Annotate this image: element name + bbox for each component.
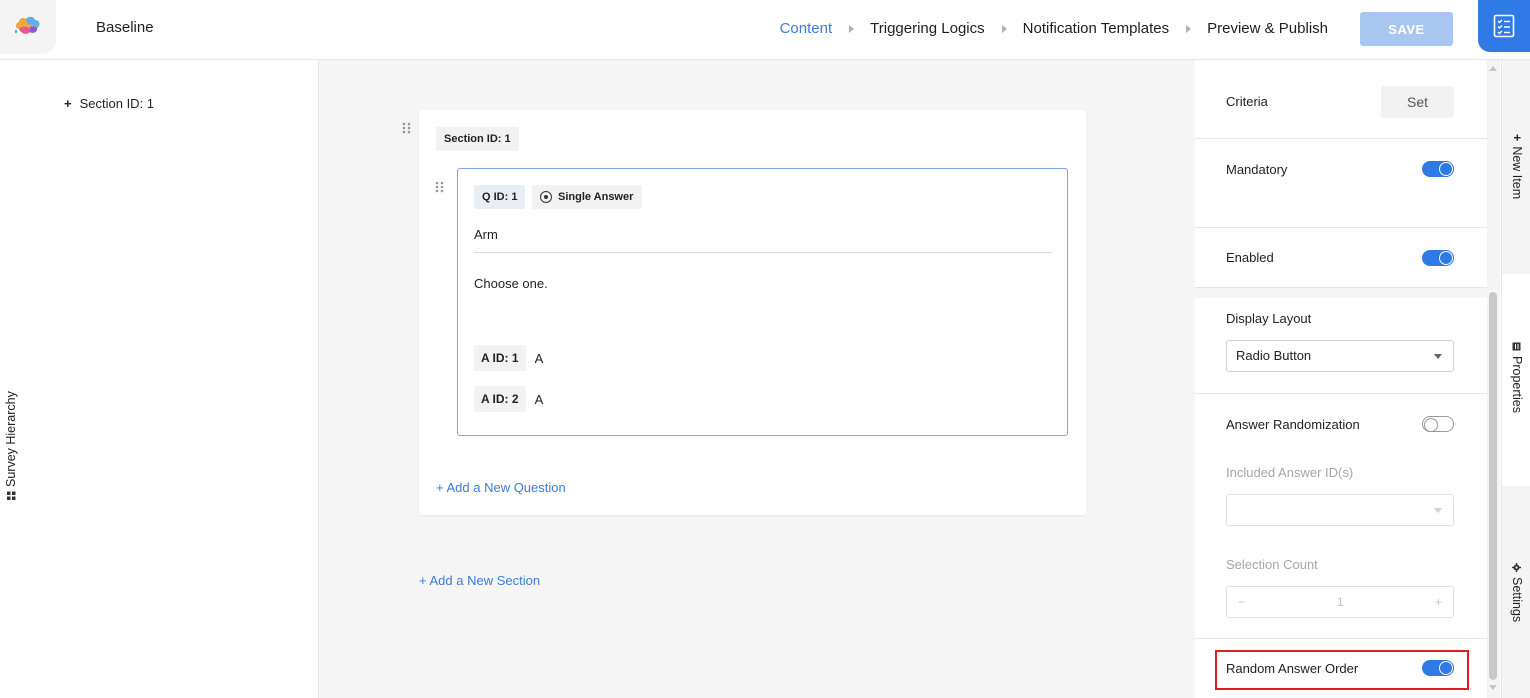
nav-notification-templates[interactable]: Notification Templates [1023,20,1169,37]
criteria-set-button[interactable]: Set [1381,86,1454,118]
highlight-annotation [1215,650,1469,690]
answer-randomization-toggle[interactable] [1422,416,1454,432]
criteria-label: Criteria [1226,94,1268,109]
display-layout-row: Display Layout Radio Button [1195,298,1487,394]
checklist-button[interactable] [1478,0,1530,52]
top-header: Baseline Content Triggering Logics Notif… [0,0,1530,60]
question-type-badge: Single Answer [532,185,643,209]
app-logo[interactable] [0,0,56,54]
save-button[interactable]: SAVE [1360,12,1453,46]
answer-id-badge: A ID: 1 [474,345,526,371]
survey-title: Baseline [96,19,154,36]
properties-scrollbar[interactable] [1487,60,1500,698]
gear-icon [1512,563,1522,572]
tab-new-item[interactable]: + New Item [1501,60,1530,274]
included-answers-label: Included Answer ID(s) [1226,465,1354,480]
survey-canvas: Section ID: 1 Q ID: 1 Single Answer Arm … [319,60,1195,698]
expand-plus-icon[interactable]: + [64,96,72,111]
chevron-right-icon [1186,24,1192,33]
answer-row[interactable]: A ID: 1 A [474,345,543,371]
section-id-badge: Section ID: 1 [436,127,519,151]
chevron-right-icon [1001,24,1007,33]
enabled-label: Enabled [1226,250,1274,265]
checklist-icon [1493,14,1515,38]
question-instruction[interactable]: Choose one. [474,276,548,291]
display-layout-value: Radio Button [1236,348,1312,363]
mandatory-row: Mandatory [1195,139,1487,228]
mandatory-label: Mandatory [1226,162,1288,177]
tab-properties[interactable]: Properties [1501,274,1530,486]
scroll-thumb[interactable] [1489,292,1497,680]
brain-logo-icon [15,16,40,34]
section-gap [1195,288,1487,298]
selection-count-label: Selection Count [1226,557,1318,572]
section-card[interactable]: Section ID: 1 Q ID: 1 Single Answer Arm … [419,110,1086,515]
answer-text[interactable]: A [535,392,544,407]
hierarchy-item-label: Section ID: 1 [79,96,155,111]
hierarchy-panel: + Section ID: 1 [34,60,319,698]
question-title[interactable]: Arm [474,227,1052,253]
answer-row[interactable]: A ID: 2 A [474,386,543,412]
properties-panel: Criteria Set Mandatory Enabled Display L… [1195,60,1487,698]
chevron-down-icon [1434,508,1442,513]
drag-handle-icon[interactable] [435,181,444,193]
hierarchy-item-section[interactable]: + Section ID: 1 [64,96,154,111]
question-card[interactable]: Q ID: 1 Single Answer Arm Choose one. A … [457,168,1068,436]
nav-preview-publish[interactable]: Preview & Publish [1207,20,1328,37]
criteria-row: Criteria Set [1195,60,1487,139]
tab-properties-label: Properties [1510,356,1524,413]
answer-id-badge: A ID: 2 [474,386,526,412]
survey-hierarchy-label: Survey Hierarchy [4,391,18,487]
tab-settings[interactable]: Settings [1501,486,1530,698]
drag-handle-icon[interactable] [402,122,411,134]
add-question-link[interactable]: + Add a New Question [436,480,566,495]
mandatory-toggle[interactable] [1422,161,1454,177]
radio-selected-icon [540,191,552,203]
nav-content[interactable]: Content [780,20,833,37]
chevron-right-icon [849,24,855,33]
scroll-down-icon[interactable] [1489,685,1497,690]
plus-icon: + [1510,134,1524,142]
display-layout-label: Display Layout [1226,311,1312,326]
scroll-up-icon[interactable] [1489,66,1497,71]
answer-randomization-label: Answer Randomization [1226,417,1360,432]
question-id-badge: Q ID: 1 [474,185,526,209]
enabled-toggle[interactable] [1422,250,1454,266]
selection-count-stepper[interactable]: − 1 + [1226,586,1454,618]
main-nav: Content Triggering Logics Notification T… [780,20,1328,37]
document-icon [1513,342,1521,351]
tab-new-item-label: New Item [1510,146,1524,200]
decrement-button[interactable]: − [1238,595,1245,609]
randomization-group: Answer Randomization Included Answer ID(… [1195,394,1487,639]
answer-text[interactable]: A [535,351,544,366]
included-answers-select[interactable] [1226,494,1454,526]
increment-button[interactable]: + [1435,595,1442,609]
selection-count-value: 1 [1337,595,1344,609]
nav-triggering-logics[interactable]: Triggering Logics [870,20,985,37]
enabled-row: Enabled [1195,228,1487,288]
hierarchy-icon [6,491,15,500]
chevron-down-icon [1434,354,1442,359]
question-type-label: Single Answer [558,191,634,203]
add-section-link[interactable]: + Add a New Section [419,573,540,588]
tab-settings-label: Settings [1510,577,1524,623]
display-layout-select[interactable]: Radio Button [1226,340,1454,372]
survey-hierarchy-tab[interactable]: Survey Hierarchy [0,60,34,698]
